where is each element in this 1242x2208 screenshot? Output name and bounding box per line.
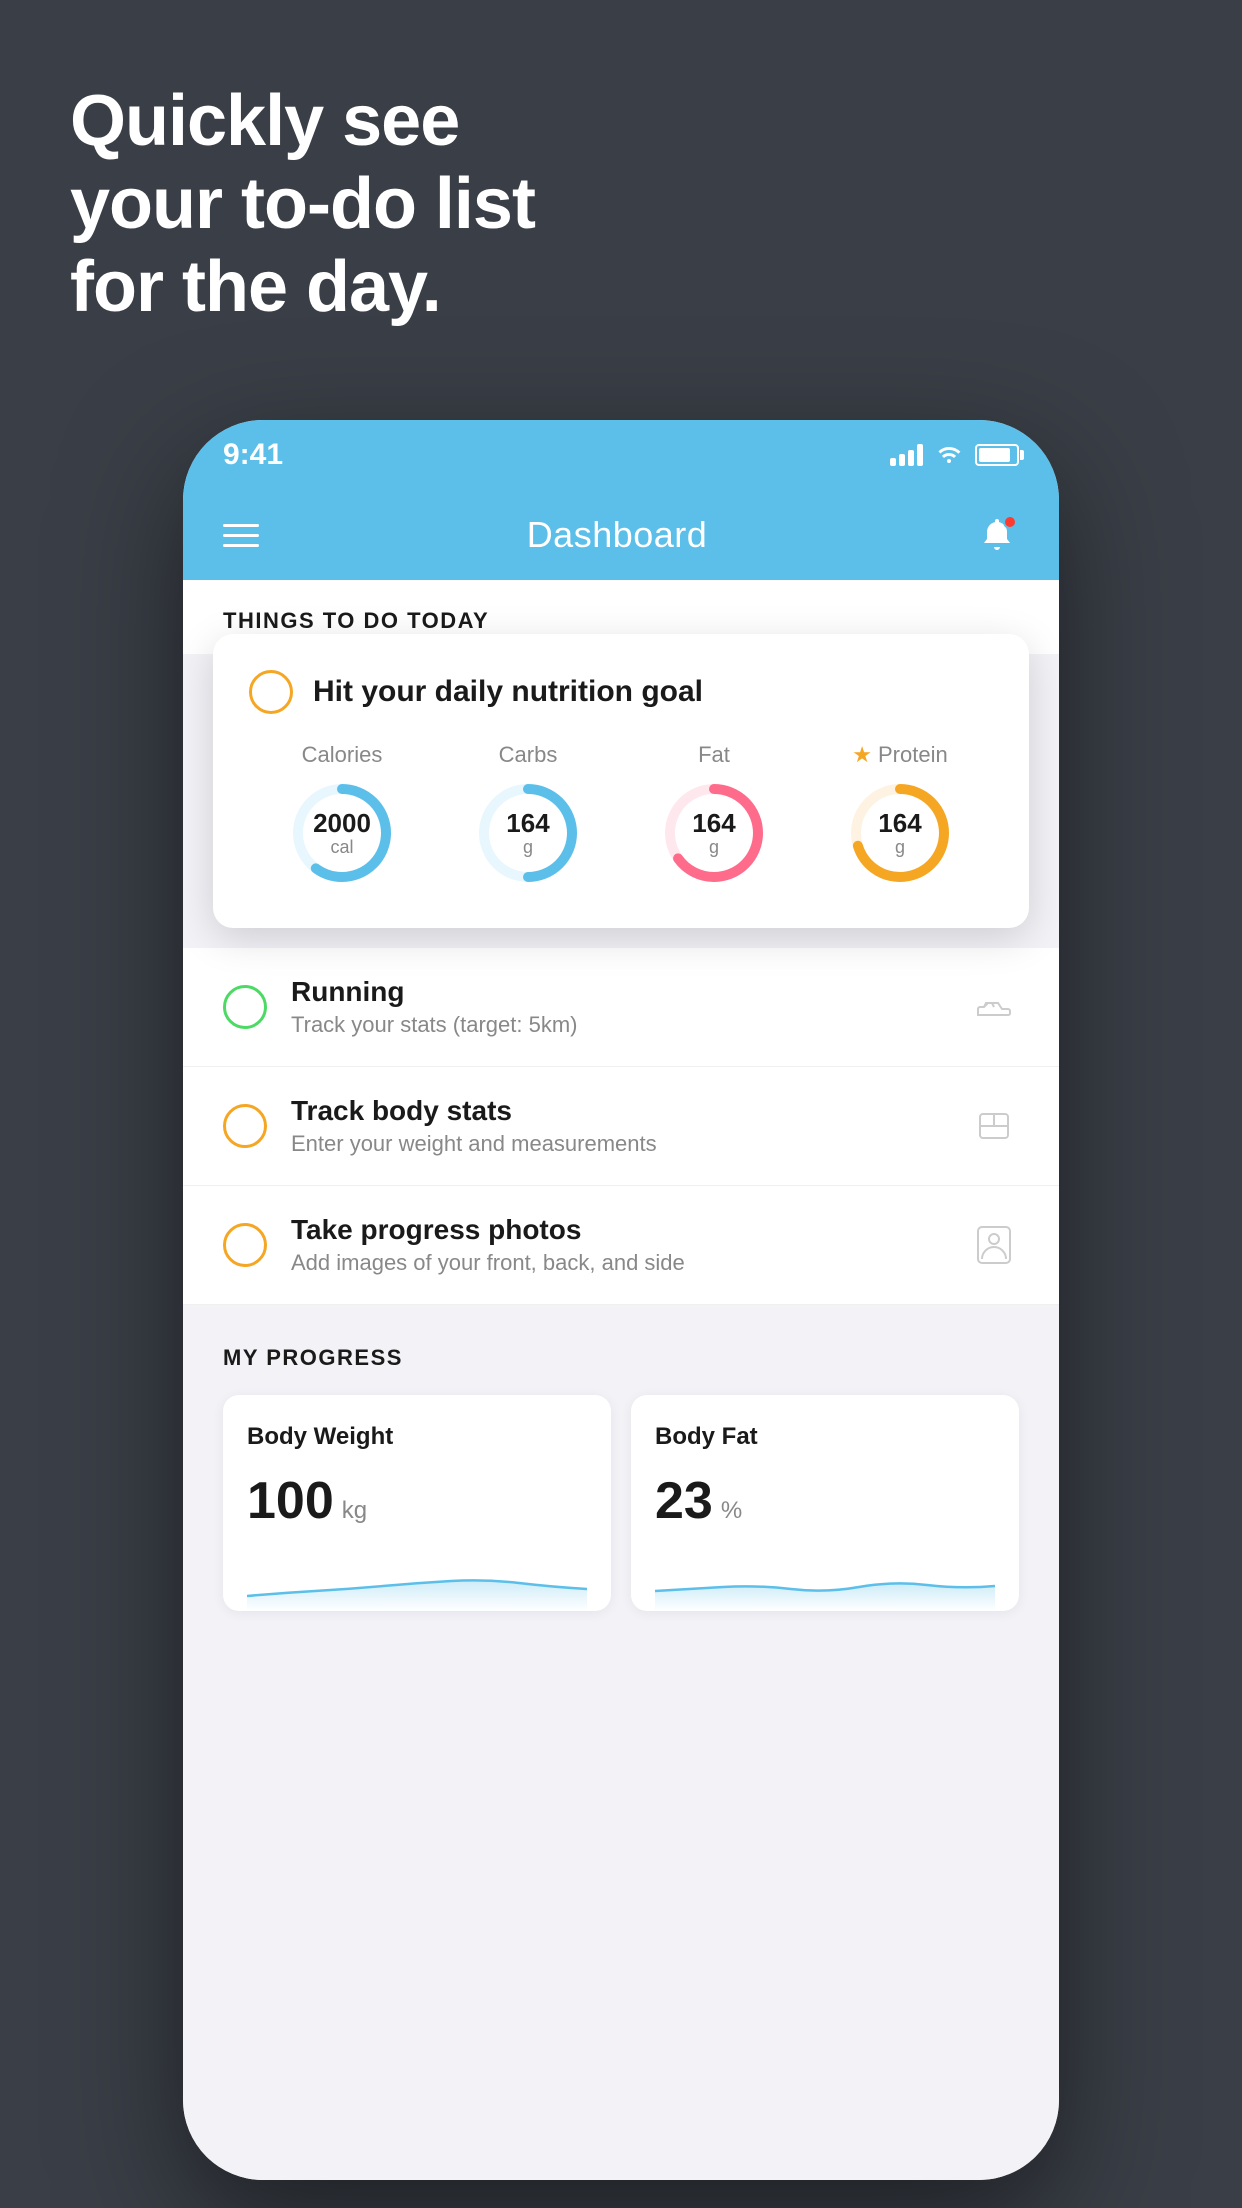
body-weight-title: Body Weight xyxy=(247,1423,587,1451)
photos-text: Take progress photos Add images of your … xyxy=(291,1214,945,1276)
nutrition-fat: Fat 164 g xyxy=(659,742,769,888)
protein-label-group: ★ Protein xyxy=(852,742,947,768)
list-item[interactable]: Running Track your stats (target: 5km) xyxy=(183,948,1059,1067)
scale-icon xyxy=(969,1101,1019,1151)
body-fat-card[interactable]: Body Fat 23 % xyxy=(631,1395,1019,1611)
list-item[interactable]: Take progress photos Add images of your … xyxy=(183,1186,1059,1305)
status-icons xyxy=(890,441,1019,470)
protein-unit: g xyxy=(878,837,921,857)
fat-value: 164 xyxy=(692,809,735,838)
status-bar: 9:41 xyxy=(183,420,1059,490)
running-subtitle: Track your stats (target: 5km) xyxy=(291,1012,945,1038)
todo-list: Running Track your stats (target: 5km) T… xyxy=(183,948,1059,1305)
running-text: Running Track your stats (target: 5km) xyxy=(291,976,945,1038)
hero-text: Quickly see your to-do list for the day. xyxy=(70,80,535,328)
task-circle-body-stats xyxy=(223,1104,267,1148)
progress-section-title: MY PROGRESS xyxy=(223,1345,1019,1371)
body-weight-chart xyxy=(247,1551,587,1611)
nutrition-calories: Calories 2000 cal xyxy=(287,742,397,888)
phone-mockup: 9:41 Dashboard xyxy=(183,420,1059,2180)
star-icon: ★ xyxy=(852,742,872,768)
calories-value: 2000 xyxy=(313,809,371,838)
photos-subtitle: Add images of your front, back, and side xyxy=(291,1250,945,1276)
calories-label: Calories xyxy=(302,742,383,768)
task-circle-running xyxy=(223,985,267,1029)
fat-unit: g xyxy=(692,837,735,857)
battery-icon xyxy=(975,444,1019,466)
progress-section: MY PROGRESS Body Weight 100 kg xyxy=(183,1305,1059,1611)
body-weight-unit: kg xyxy=(342,1497,367,1525)
body-fat-chart xyxy=(655,1551,995,1611)
body-weight-number: 100 xyxy=(247,1471,334,1531)
body-fat-value: 23 % xyxy=(655,1471,995,1531)
carbs-unit: g xyxy=(506,837,549,857)
body-weight-card[interactable]: Body Weight 100 kg xyxy=(223,1395,611,1611)
shoe-icon xyxy=(969,982,1019,1032)
nutrition-circles: Calories 2000 cal Carbs xyxy=(249,742,993,888)
carbs-value: 164 xyxy=(506,809,549,838)
protein-value: 164 xyxy=(878,809,921,838)
fat-donut: 164 g xyxy=(659,778,769,888)
body-fat-title: Body Fat xyxy=(655,1423,995,1451)
notification-bell-button[interactable] xyxy=(975,513,1019,557)
nav-title: Dashboard xyxy=(527,514,708,556)
protein-donut: 164 g xyxy=(845,778,955,888)
body-fat-number: 23 xyxy=(655,1471,713,1531)
carbs-label: Carbs xyxy=(499,742,558,768)
task-circle-photos xyxy=(223,1223,267,1267)
body-fat-unit: % xyxy=(721,1497,742,1525)
signal-bars-icon xyxy=(890,444,923,466)
body-weight-value: 100 kg xyxy=(247,1471,587,1531)
phone-content: THINGS TO DO TODAY Hit your daily nutrit… xyxy=(183,580,1059,2180)
photos-title: Take progress photos xyxy=(291,1214,945,1246)
nutrition-card: Hit your daily nutrition goal Calories 2… xyxy=(213,634,1029,928)
wifi-icon xyxy=(935,441,963,470)
calories-donut: 2000 cal xyxy=(287,778,397,888)
person-icon xyxy=(969,1220,1019,1270)
list-item[interactable]: Track body stats Enter your weight and m… xyxy=(183,1067,1059,1186)
body-stats-title: Track body stats xyxy=(291,1095,945,1127)
running-title: Running xyxy=(291,976,945,1008)
body-stats-text: Track body stats Enter your weight and m… xyxy=(291,1095,945,1157)
nutrition-card-title: Hit your daily nutrition goal xyxy=(313,675,703,709)
nav-bar: Dashboard xyxy=(183,490,1059,580)
card-header: Hit your daily nutrition goal xyxy=(249,670,993,714)
section-title-today: THINGS TO DO TODAY xyxy=(223,608,1019,634)
notification-badge xyxy=(1003,515,1017,529)
menu-button[interactable] xyxy=(223,524,259,547)
status-time: 9:41 xyxy=(223,438,283,472)
protein-label: Protein xyxy=(878,742,948,768)
nutrition-carbs: Carbs 164 g xyxy=(473,742,583,888)
fat-label: Fat xyxy=(698,742,730,768)
nutrition-protein: ★ Protein 164 g xyxy=(845,742,955,888)
calories-unit: cal xyxy=(313,837,371,857)
task-circle-nutrition[interactable] xyxy=(249,670,293,714)
body-stats-subtitle: Enter your weight and measurements xyxy=(291,1131,945,1157)
carbs-donut: 164 g xyxy=(473,778,583,888)
progress-cards: Body Weight 100 kg xyxy=(223,1395,1019,1611)
